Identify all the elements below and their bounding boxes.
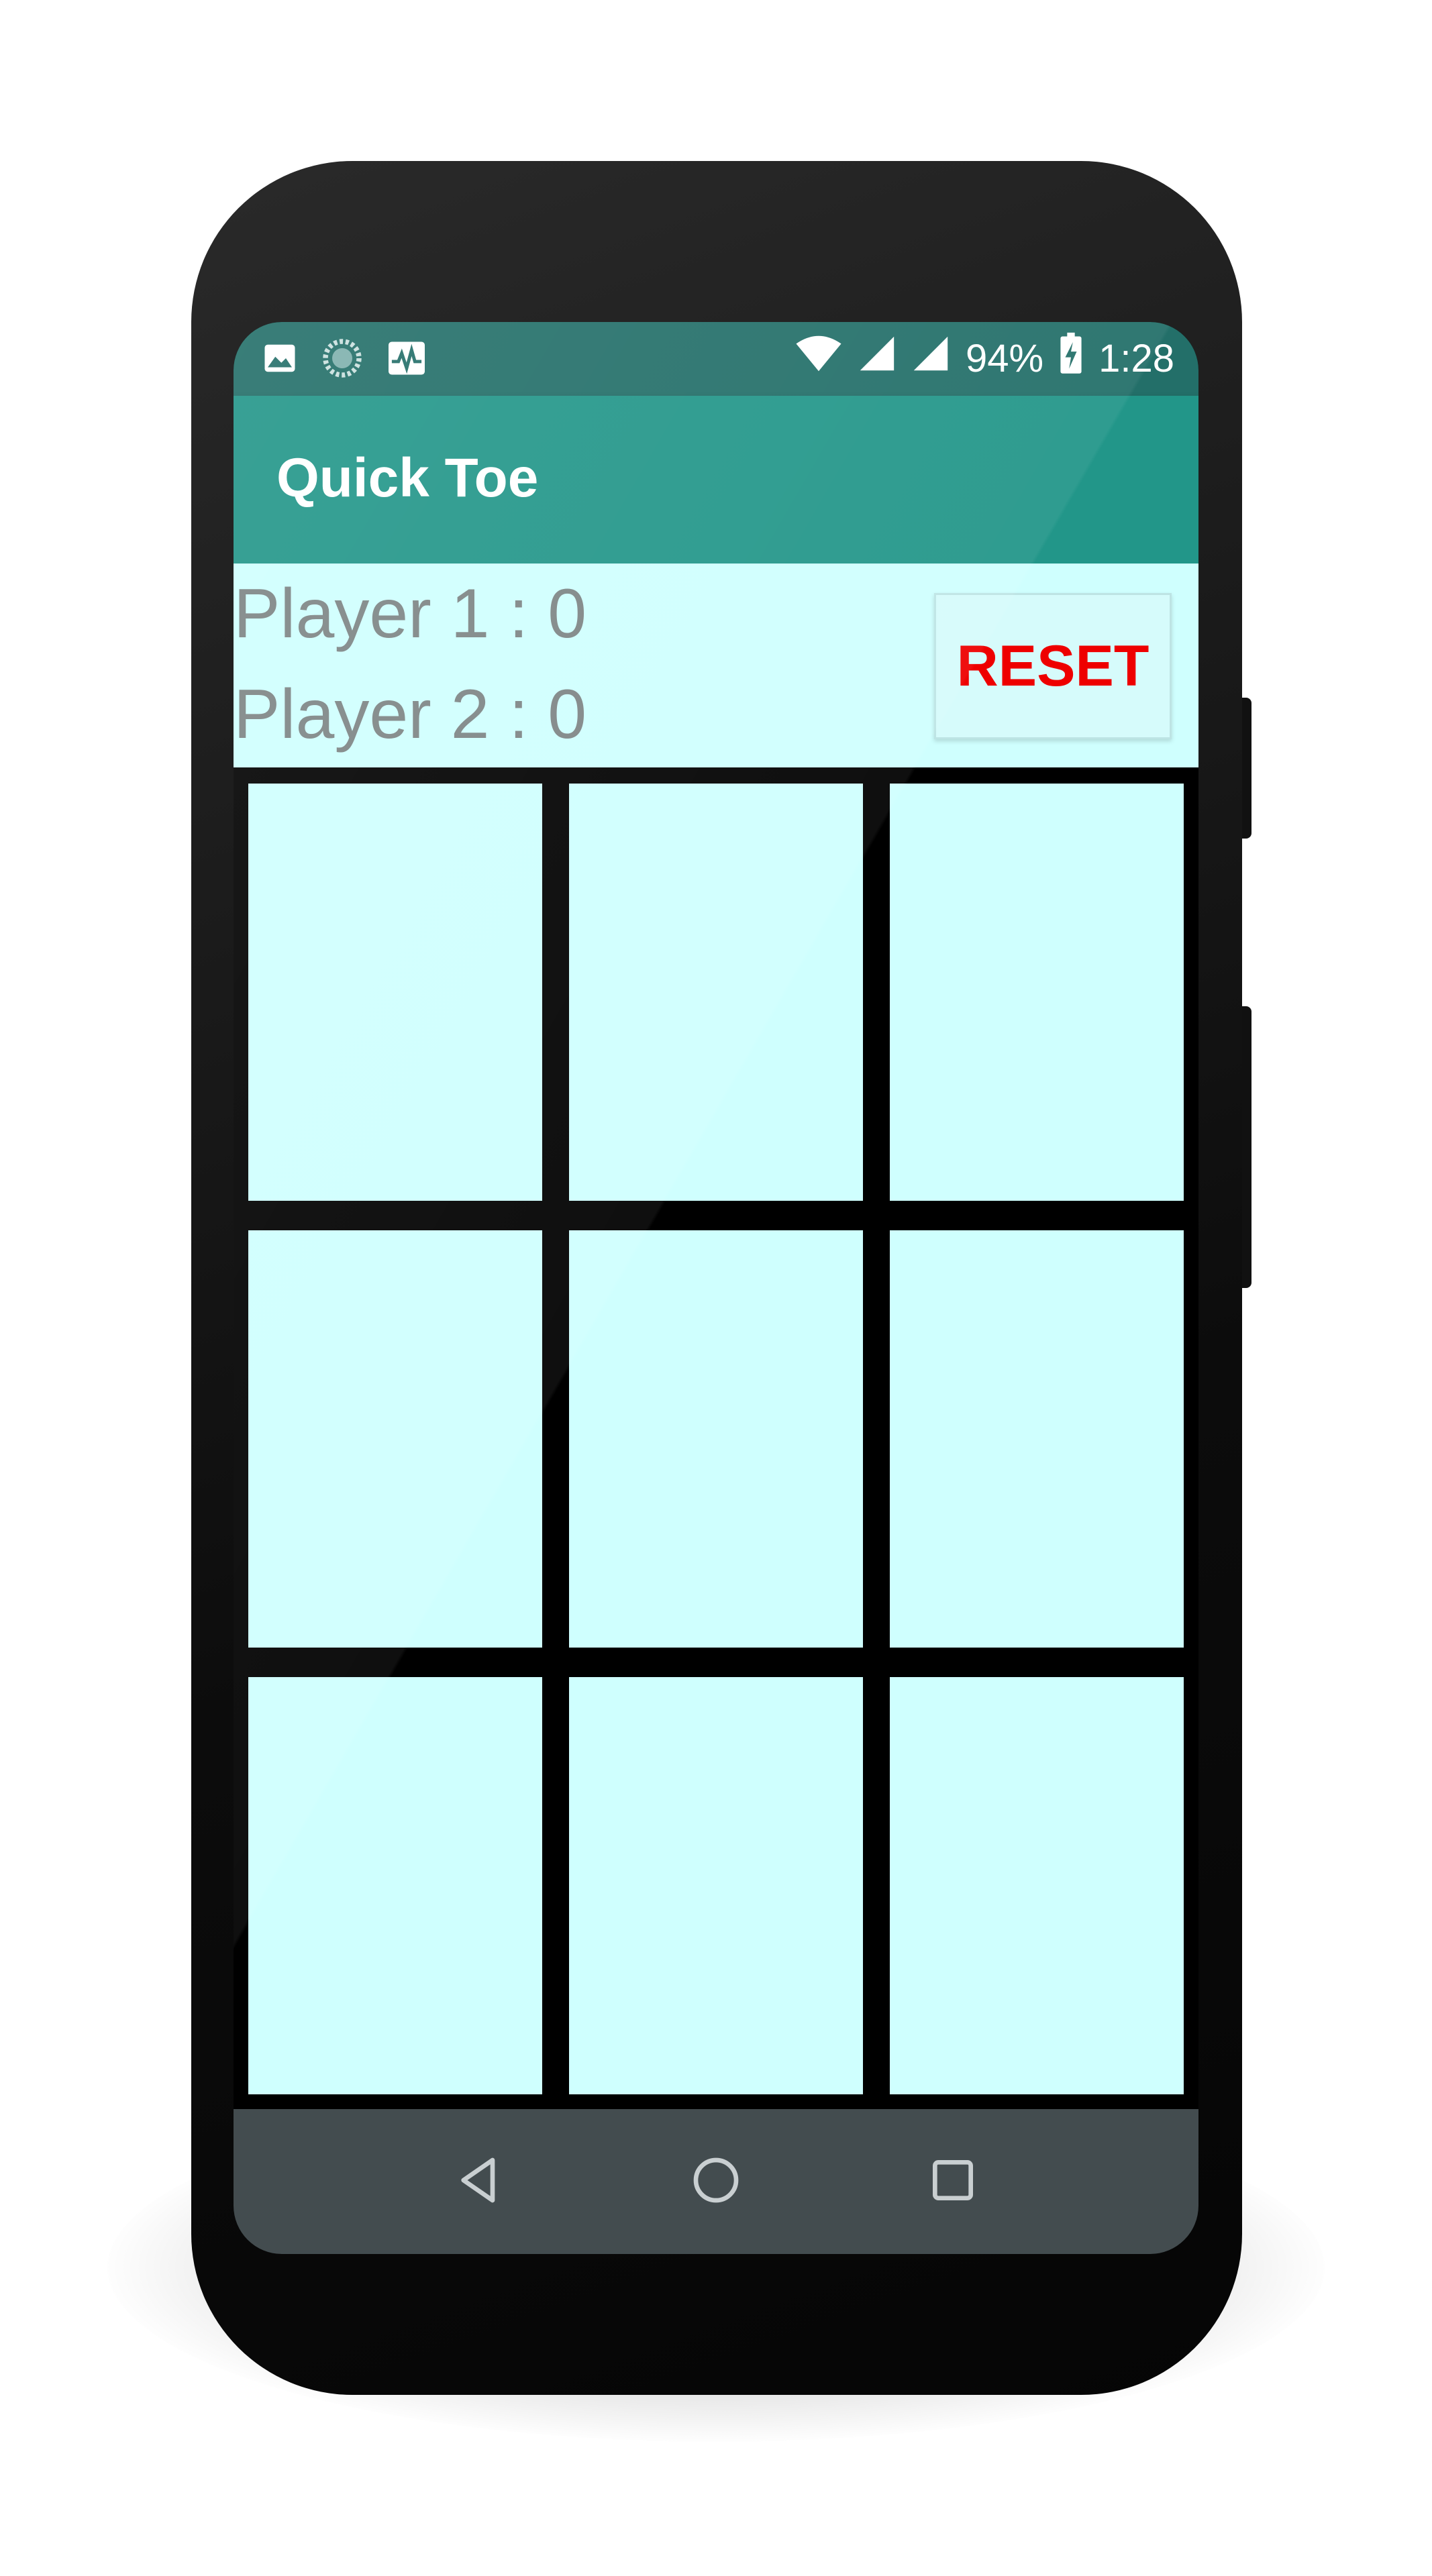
- app-bar: Quick Toe: [234, 396, 1198, 564]
- board-cell[interactable]: [569, 1230, 863, 1648]
- board-cell[interactable]: [890, 784, 1184, 1201]
- image-icon: [262, 340, 298, 379]
- home-icon[interactable]: [689, 2153, 743, 2207]
- board-cell[interactable]: [248, 784, 542, 1201]
- battery-charging-icon: [1060, 332, 1082, 384]
- clock: 1:28: [1098, 336, 1174, 380]
- activity-icon: [387, 340, 427, 379]
- board-cell[interactable]: [890, 1677, 1184, 2094]
- board-cell[interactable]: [890, 1230, 1184, 1648]
- tic-tac-toe-board: [234, 767, 1198, 2109]
- signal-icon: [858, 335, 896, 382]
- board-cell[interactable]: [569, 784, 863, 1201]
- signal-icon: [912, 335, 950, 382]
- board-cell[interactable]: [248, 1677, 542, 2094]
- system-icons: 94% 1:28: [795, 332, 1174, 384]
- power-button: [1242, 1006, 1251, 1288]
- recents-icon[interactable]: [926, 2153, 980, 2207]
- player-1-score: Player 1 : 0: [234, 575, 587, 653]
- battery-text: 94%: [966, 336, 1044, 380]
- volume-button: [1242, 698, 1251, 839]
- board-cell[interactable]: [569, 1677, 863, 2094]
- reset-button[interactable]: RESET: [934, 593, 1172, 739]
- screen: 94% 1:28 Quick Toe Player 1 : 0 Player 2…: [234, 322, 1198, 2254]
- app-title: Quick Toe: [276, 447, 539, 508]
- wifi-icon: [795, 333, 842, 383]
- status-bar: 94% 1:28: [234, 322, 1198, 396]
- board-cell[interactable]: [248, 1230, 542, 1648]
- sync-icon: [322, 338, 362, 381]
- player-2-score: Player 2 : 0: [234, 676, 587, 753]
- back-icon[interactable]: [452, 2153, 506, 2207]
- device-mockup: 94% 1:28 Quick Toe Player 1 : 0 Player 2…: [0, 0, 1432, 2576]
- navigation-bar: [234, 2109, 1198, 2254]
- notification-icons: [262, 339, 427, 380]
